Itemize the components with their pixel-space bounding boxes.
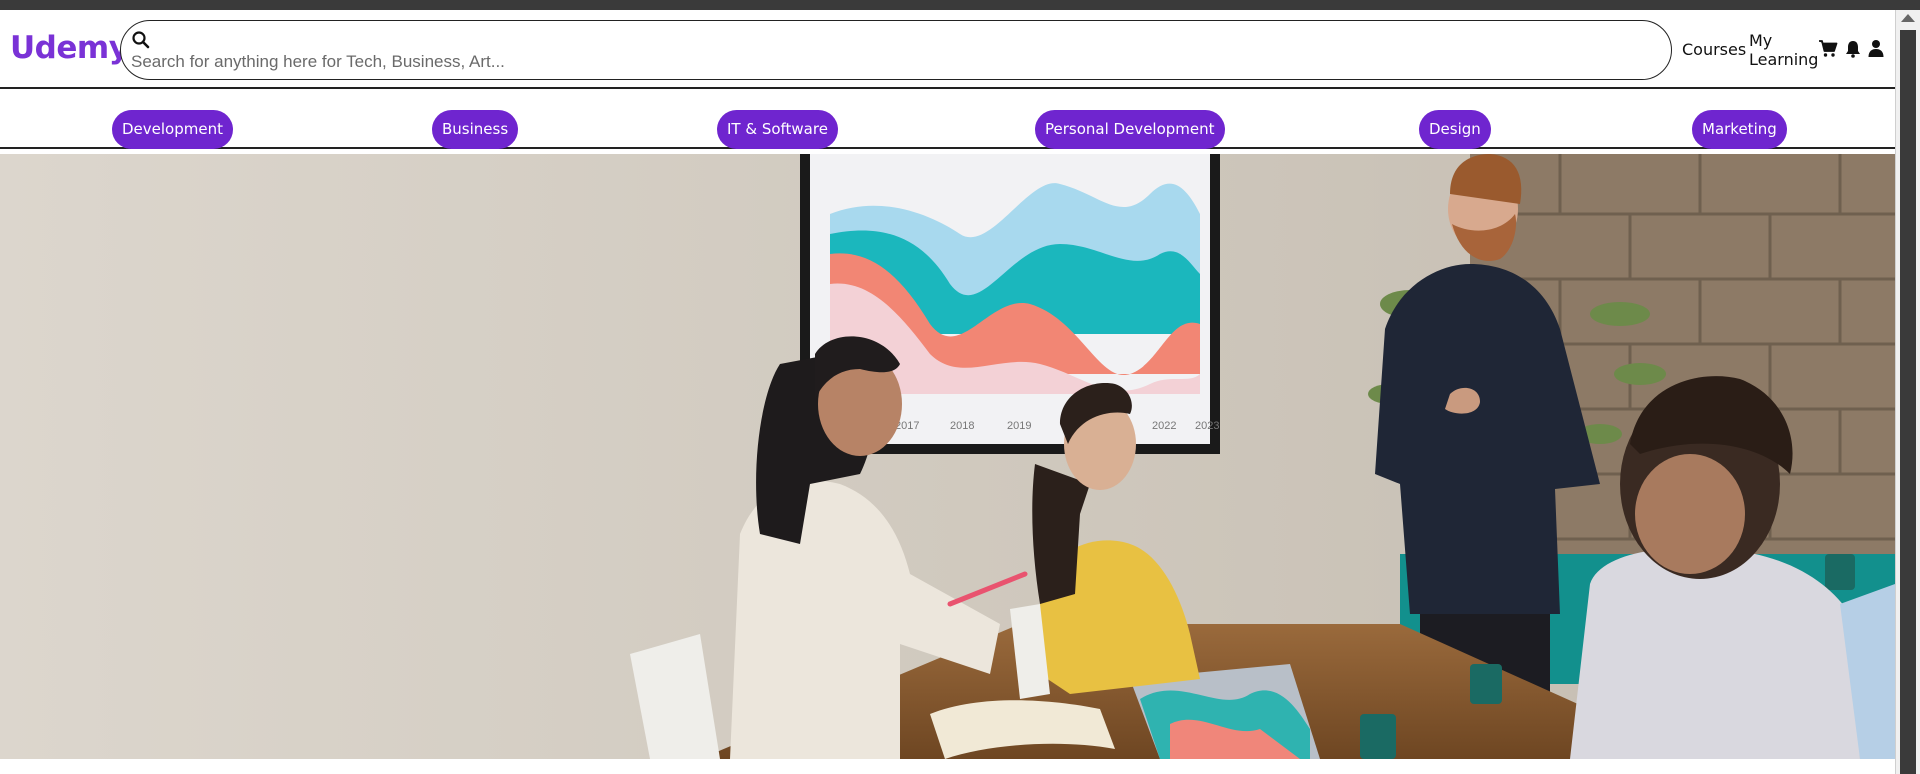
category-marketing[interactable]: Marketing — [1692, 110, 1787, 149]
search-input[interactable] — [131, 51, 1531, 73]
site-header: Udemy Courses My Learning — [0, 10, 1895, 89]
screen-year-label: 2022 — [1152, 420, 1176, 432]
category-business[interactable]: Business — [432, 110, 519, 149]
category-design[interactable]: Design — [1419, 110, 1491, 149]
category-personal-development[interactable]: Personal Development — [1035, 110, 1225, 149]
page: Udemy Courses My Learning Development Bu… — [0, 10, 1895, 774]
hero-banner: 2017 2018 2019 2021 2022 2023 — [0, 154, 1895, 759]
user-icon[interactable] — [1868, 39, 1884, 57]
category-it-software[interactable]: IT & Software — [717, 110, 838, 149]
cart-icon[interactable] — [1818, 39, 1838, 58]
my-learning-link[interactable]: My Learning — [1749, 31, 1819, 69]
vertical-scrollbar[interactable] — [1895, 10, 1920, 774]
scroll-up-icon[interactable] — [1901, 14, 1915, 22]
udemy-logo[interactable]: Udemy — [10, 30, 129, 66]
hero-image: 2017 2018 2019 2021 2022 2023 — [0, 154, 1895, 759]
search-bar[interactable] — [120, 20, 1672, 80]
search-icon[interactable] — [131, 30, 151, 50]
category-bar: Development Business IT & Software Perso… — [0, 89, 1895, 149]
category-development[interactable]: Development — [112, 110, 233, 149]
courses-link[interactable]: Courses — [1682, 40, 1746, 59]
screen-year-label: 2019 — [1007, 420, 1031, 432]
bell-icon[interactable] — [1845, 40, 1861, 58]
screen-year-label: 2023 — [1195, 420, 1219, 432]
scrollbar-thumb[interactable] — [1900, 30, 1916, 774]
window-top-edge — [0, 0, 1920, 10]
screen-year-label: 2018 — [950, 420, 974, 432]
